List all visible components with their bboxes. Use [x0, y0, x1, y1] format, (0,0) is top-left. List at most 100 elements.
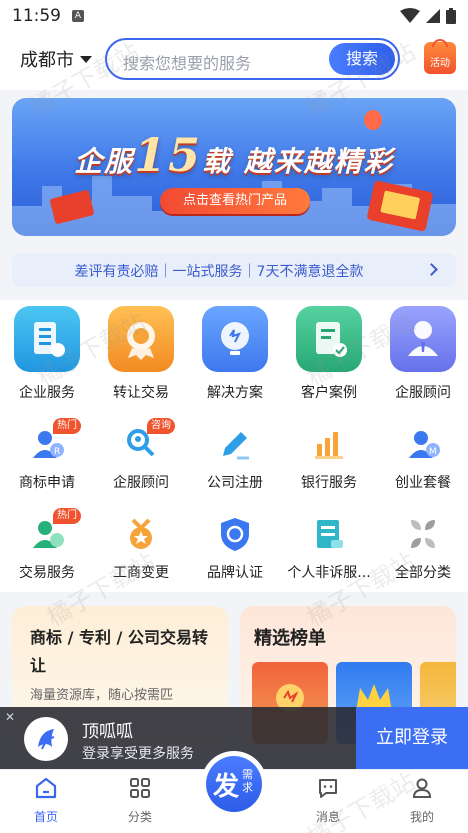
nav-label: 首页: [33, 810, 58, 824]
caret-down-icon: [80, 55, 92, 63]
service-label: 转让交易: [113, 385, 169, 401]
startup-user-icon: M: [403, 424, 443, 464]
status-time: 11:59: [12, 6, 61, 26]
publish-big-label: 发: [213, 772, 240, 802]
all-categories-icon: [403, 514, 443, 554]
message-bubble-icon: [319, 779, 337, 798]
header: 成都市 搜索您想要的服务 搜索 活动: [0, 32, 468, 90]
user-icon: [412, 778, 432, 798]
service-trading[interactable]: 热门 交易服务: [0, 508, 94, 582]
hot-air-balloon-icon: [364, 110, 382, 130]
guarantee-strip[interactable]: 差评有责必赔｜一站式服务｜7天不满意退全款: [12, 253, 456, 287]
headline-number: 15: [134, 128, 203, 182]
service-label: 企业服务: [19, 385, 75, 401]
service-all-categories[interactable]: 全部分类: [376, 514, 468, 582]
trade-badge-icon: [108, 306, 174, 372]
service-label: 品牌认证: [207, 565, 263, 581]
service-label: 企服顾问: [113, 475, 169, 491]
search-person-icon: 咨询: [121, 418, 175, 464]
notification-badge-icon: A: [72, 10, 84, 22]
service-label: 公司注册: [207, 475, 263, 491]
card-title: 精选榜单: [254, 628, 326, 649]
trademark-user-icon: R 热门: [27, 418, 81, 464]
service-label: 交易服务: [19, 565, 75, 581]
gift-bag-icon: [432, 39, 448, 47]
activity-label: 活动: [430, 58, 450, 69]
service-advisor[interactable]: 企服顾问: [376, 306, 468, 402]
service-enterprise[interactable]: 企业服务: [0, 306, 94, 402]
primary-services-grid: 企业服务 转让交易 解决方案 客户案例 企服顾问: [0, 300, 468, 410]
nav-label: 分类: [127, 810, 152, 824]
search-bar[interactable]: 搜索您想要的服务 搜索: [105, 38, 400, 80]
case-document-icon: [296, 306, 362, 372]
consult-tag: 咨询: [147, 418, 175, 434]
pen-icon: [215, 424, 255, 464]
medal-icon: [121, 514, 161, 554]
service-label: 商标申请: [19, 475, 75, 491]
app-logo-icon: [24, 717, 68, 761]
promo-banner[interactable]: 企服15载 越来越精彩 点击查看热门产品: [12, 98, 456, 236]
headline-suffix: 载 越来越精彩: [202, 145, 394, 178]
service-startup[interactable]: M 创业套餐: [376, 424, 468, 492]
status-bar: 11:59 A: [0, 0, 468, 32]
service-personal-non-litigation[interactable]: 个人非诉服...: [282, 514, 376, 582]
publish-demand-button[interactable]: 发 需求: [201, 751, 267, 817]
search-button[interactable]: 搜索: [329, 43, 395, 75]
search-input[interactable]: 搜索您想要的服务: [123, 50, 251, 74]
banner-cta-button[interactable]: 点击查看热门产品: [160, 188, 310, 214]
nav-home[interactable]: 首页: [16, 776, 76, 825]
advisor-icon: [390, 306, 456, 372]
lightbulb-icon: [202, 306, 268, 372]
trade-user-icon: 热门: [27, 508, 81, 554]
svg-text:R: R: [54, 447, 60, 457]
service-transfer[interactable]: 转让交易: [94, 306, 188, 402]
city-selector[interactable]: 成都市: [20, 46, 92, 72]
building-icon: [14, 306, 80, 372]
service-bank[interactable]: 银行服务: [282, 424, 376, 492]
bank-chart-icon: [309, 424, 349, 464]
card-subtitle: 海量资源库，随心按需匹: [30, 688, 174, 703]
hot-tag: 热门: [53, 418, 81, 434]
service-label: 创业套餐: [395, 475, 451, 491]
app-name: 顶呱呱: [82, 722, 133, 742]
home-icon: [35, 777, 57, 799]
nav-mine[interactable]: 我的: [392, 776, 452, 825]
service-trademark[interactable]: R 热门 商标申请: [0, 418, 94, 492]
service-label: 工商变更: [113, 565, 169, 581]
close-icon[interactable]: ✕: [4, 711, 16, 723]
wifi-icon: [400, 8, 420, 23]
service-cases[interactable]: 客户案例: [282, 306, 376, 402]
nav-messages[interactable]: 消息: [298, 776, 358, 825]
form-document-icon: [309, 514, 349, 554]
svg-text:M: M: [429, 447, 437, 457]
certificate-shield-icon: [215, 514, 255, 554]
system-icons: [400, 8, 456, 24]
headline-prefix: 企服: [74, 145, 135, 178]
service-label: 企服顾问: [395, 385, 451, 401]
service-business-change[interactable]: 工商变更: [94, 514, 188, 582]
service-label: 银行服务: [301, 475, 357, 491]
card-title: 商标 / 专利 / 公司交易转让: [30, 628, 208, 675]
nav-category[interactable]: 分类: [110, 776, 170, 825]
chevron-right-icon: [425, 263, 438, 276]
battery-icon: [446, 8, 456, 24]
login-button[interactable]: 立即登录: [356, 707, 468, 769]
service-advisor-2[interactable]: 咨询 企服顾问: [94, 418, 188, 492]
secondary-services-grid: R 热门 商标申请 咨询 企服顾问 公司注册 银行服务 M 创业套餐 热门 交易…: [0, 410, 468, 592]
service-label: 全部分类: [395, 565, 451, 581]
publish-demand-icon: 发 需求: [206, 756, 262, 812]
signal-icon: [426, 9, 440, 23]
city-label: 成都市: [20, 50, 74, 71]
service-label: 个人非诉服...: [287, 565, 371, 581]
publish-small-label: 需求: [242, 768, 253, 794]
banner-headline: 企服15载 越来越精彩: [12, 128, 456, 182]
nav-label: 消息: [315, 810, 340, 824]
hot-tag: 热门: [53, 508, 81, 524]
activity-button[interactable]: 活动: [424, 39, 456, 74]
service-solutions[interactable]: 解决方案: [188, 306, 282, 402]
service-company-registration[interactable]: 公司注册: [188, 424, 282, 492]
service-label: 客户案例: [301, 385, 357, 401]
service-brand-certification[interactable]: 品牌认证: [188, 514, 282, 582]
guarantee-text: 差评有责必赔｜一站式服务｜7天不满意退全款: [74, 264, 364, 280]
nav-label: 我的: [409, 810, 434, 824]
